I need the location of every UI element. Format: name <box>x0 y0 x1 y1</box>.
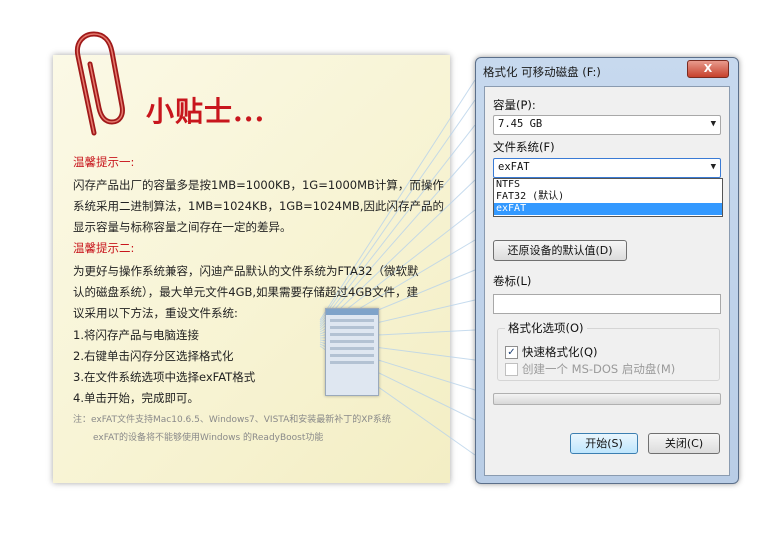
tip-note: exFAT的设备将不能够使用Windows 的ReadyBoost功能 <box>93 433 324 443</box>
tip-text-line: 为更好与操作系统兼容，闪迪产品默认的文件系统为FTA32（微软默 <box>73 264 419 278</box>
msdos-disk-checkbox[interactable] <box>505 363 518 376</box>
format-options-label: 格式化选项(O) <box>505 320 587 336</box>
capacity-value: 7.45 GB <box>498 118 543 130</box>
tip-text-line: 显示容量与标称容量之间存在一定的差异。 <box>73 220 292 234</box>
tip-text-line: 闪存产品出厂的容量多是按1MB=1000KB，1G=1000MB计算，而操作 <box>73 178 444 192</box>
tip-step: 4.单击开始，完成即可。 <box>73 391 199 405</box>
close-icon[interactable]: X <box>687 60 729 78</box>
format-dialog: 格式化 可移动磁盘 (F:) X 容量(P): 7.45 GB ▼ 文件系统(F… <box>475 57 739 484</box>
capacity-select[interactable]: 7.45 GB ▼ <box>493 115 721 135</box>
dialog-title: 格式化 可移动磁盘 (F:) <box>483 65 601 79</box>
tip-heading-2: 温馨提示二: <box>73 241 135 255</box>
tip-text-line: 系统采用二进制算法，1MB=1024KB，1GB=1024MB,因此闪存产品的 <box>73 199 444 213</box>
file-system-select[interactable]: exFAT ▼ <box>493 158 721 178</box>
file-system-dropdown-list: NTFS FAT32 (默认) exFAT <box>493 178 723 217</box>
tip-text-line: 议采用以下方法，重设文件系统: <box>73 306 238 320</box>
tip-heading-1: 温馨提示一: <box>73 155 135 169</box>
msdos-disk-label: 创建一个 MS-DOS 启动盘(M) <box>522 362 676 376</box>
dialog-thumbnail-image <box>325 308 379 396</box>
restore-defaults-button[interactable]: 还原设备的默认值(D) <box>493 240 627 261</box>
capacity-label: 容量(P): <box>493 98 536 112</box>
close-button[interactable]: 关闭(C) <box>648 433 720 454</box>
quick-format-label: 快速格式化(Q) <box>522 345 598 359</box>
file-system-option-fat32[interactable]: FAT32 (默认) <box>494 191 722 203</box>
volume-label-label: 卷标(L) <box>493 274 532 288</box>
dialog-body: 容量(P): 7.45 GB ▼ 文件系统(F) exFAT ▼ NTFS FA… <box>484 86 730 476</box>
volume-label-input[interactable] <box>493 294 721 314</box>
tip-step: 3.在文件系统选项中选择exFAT格式 <box>73 370 256 384</box>
tip-step: 1.将闪存产品与电脑连接 <box>73 328 199 342</box>
quick-format-checkbox[interactable]: ✓ <box>505 346 518 359</box>
file-system-value: exFAT <box>498 161 530 173</box>
tip-note: 注：exFAT文件支持Mac10.6.5、Windows7、VISTA和安装最新… <box>73 415 391 425</box>
format-progress-bar <box>493 393 721 405</box>
chevron-down-icon: ▼ <box>710 162 716 172</box>
chevron-down-icon: ▼ <box>710 119 716 129</box>
file-system-label: 文件系统(F) <box>493 140 555 154</box>
start-button[interactable]: 开始(S) <box>570 433 638 454</box>
file-system-option-exfat[interactable]: exFAT <box>494 203 722 215</box>
tip-step: 2.右键单击闪存分区选择格式化 <box>73 349 234 363</box>
tips-title: 小贴士... <box>146 95 266 128</box>
file-system-option-ntfs[interactable]: NTFS <box>494 179 722 191</box>
tip-text-line: 认的磁盘系统），最大单元文件4GB,如果需要存储超过4GB文件，建 <box>73 285 419 299</box>
paperclip-icon <box>74 31 125 136</box>
